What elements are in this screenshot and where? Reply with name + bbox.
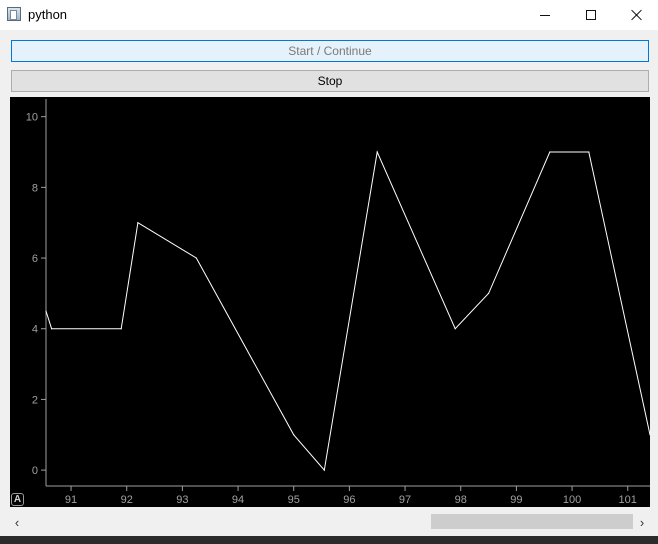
y-tick-label: 6	[32, 253, 38, 265]
data-point	[195, 257, 197, 259]
title-bar[interactable]: python	[0, 0, 658, 30]
data-point	[120, 328, 122, 330]
x-tick-label: 93	[176, 494, 188, 506]
x-tick-label: 101	[619, 494, 637, 506]
x-tick-label: 99	[510, 494, 522, 506]
y-tick-label: 8	[32, 182, 38, 194]
y-tick-label: 4	[32, 324, 38, 336]
data-point	[293, 434, 295, 436]
data-point	[376, 151, 378, 153]
scroll-left-icon[interactable]: ‹	[9, 514, 25, 530]
data-point	[45, 310, 47, 312]
x-tick-label: 91	[65, 494, 77, 506]
auto-range-button[interactable]: A	[11, 493, 24, 506]
scroll-right-icon[interactable]: ›	[634, 514, 650, 530]
stop-button[interactable]: Stop	[11, 70, 649, 92]
x-tick-label: 97	[399, 494, 411, 506]
main-window: python Start / Continue Stop 0 2 4 6 8 10 91 92…	[0, 0, 658, 544]
data-point	[454, 328, 456, 330]
y-tick-label: 2	[32, 394, 38, 406]
app-window-icon	[7, 7, 21, 21]
series-line	[45, 150, 650, 472]
close-button[interactable]	[614, 0, 658, 30]
maximize-icon	[586, 10, 596, 20]
x-tick-label: 100	[563, 494, 581, 506]
scrollbar-thumb[interactable]	[431, 514, 633, 529]
taskbar-edge	[0, 536, 658, 544]
start-continue-button[interactable]: Start / Continue	[11, 40, 649, 62]
data-point	[323, 469, 325, 471]
data-point	[549, 151, 551, 153]
data-point	[588, 151, 590, 153]
x-tick-label: 94	[232, 494, 244, 506]
x-tick-label: 95	[288, 494, 300, 506]
minimize-icon	[540, 14, 550, 16]
plot-area[interactable]: 0 2 4 6 8 10 91 92 93 94 95 96 97 98 99 100 101	[10, 97, 650, 507]
y-tick-label: 10	[26, 112, 38, 124]
y-tick-label: 0	[32, 465, 38, 477]
x-tick-label: 98	[455, 494, 467, 506]
line-chart: 0 2 4 6 8 10 91 92 93 94 95 96 97 98 99 100 101	[26, 99, 650, 506]
data-point	[487, 292, 490, 294]
minimize-button[interactable]	[522, 0, 568, 30]
maximize-button[interactable]	[568, 0, 614, 30]
data-point	[50, 328, 53, 330]
x-tick-label: 92	[121, 494, 133, 506]
x-tick-label: 96	[343, 494, 355, 506]
data-point	[137, 222, 139, 224]
horizontal-scrollbar[interactable]: ‹ ›	[0, 510, 658, 534]
window-title: python	[28, 7, 68, 22]
close-icon	[631, 9, 643, 21]
